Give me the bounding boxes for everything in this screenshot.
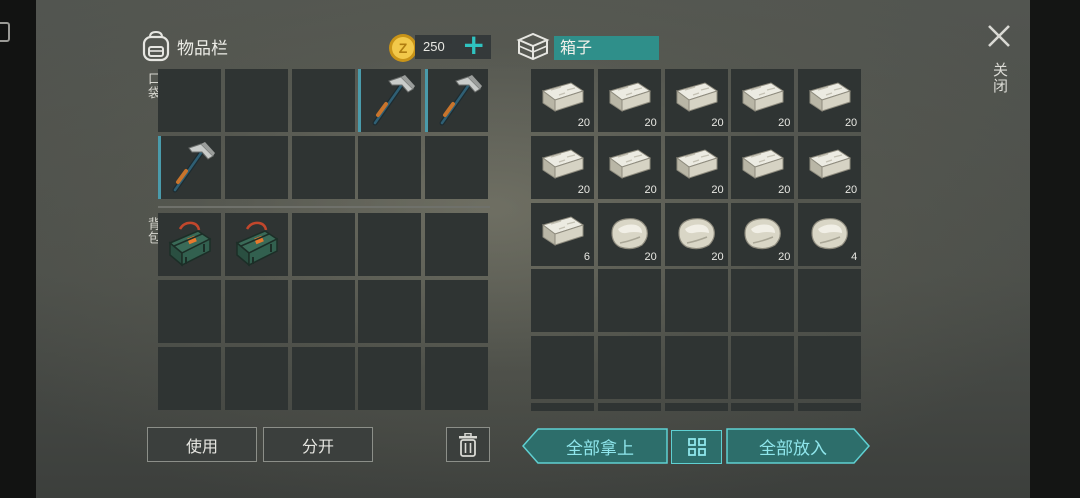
trash-icon [459,432,477,457]
trash-button[interactable] [446,427,490,462]
use-button[interactable]: 使用 [147,427,257,462]
box-slot[interactable]: 20 [731,202,795,266]
box-slot[interactable]: 20 [731,135,795,199]
inventory-header: 物品栏 [141,30,228,62]
pocket-slot[interactable] [425,135,489,199]
item-count: 20 [778,250,791,263]
box-slot[interactable] [798,336,862,400]
pocket-slot[interactable] [425,69,489,132]
box-slot[interactable] [597,269,661,333]
backpack-slot[interactable] [291,213,355,276]
sort-grid-icon [687,438,706,456]
close-icon[interactable] [985,22,1013,50]
put-all-button[interactable]: 全部放入 [726,428,870,464]
sort-button[interactable] [671,430,722,464]
pocket-slot[interactable] [358,69,422,132]
box-grid: 20 20 20 20 20 20 20 20 20 20 6 20 20 20 4 [531,69,863,411]
box-slot[interactable] [597,336,661,400]
backpack-slot[interactable] [224,279,288,343]
item-count: 20 [644,183,657,196]
add-coins-button[interactable]: + [462,29,485,61]
box-slot[interactable]: 20 [531,135,594,199]
left-edge [0,0,36,498]
box-slot[interactable] [531,403,594,411]
backpack-slot[interactable] [291,279,355,343]
split-button[interactable]: 分开 [263,427,373,462]
box-slot[interactable] [731,403,795,411]
backpack-slot[interactable] [425,346,489,410]
item-count: 20 [778,117,791,129]
pocket-slot[interactable] [158,135,221,199]
box-slot[interactable]: 20 [664,135,728,199]
box-slot[interactable]: 20 [597,135,661,199]
box-slot[interactable] [597,403,661,411]
backpack-slot[interactable] [158,279,221,343]
box-slot[interactable] [664,336,728,400]
pocket-slot[interactable] [224,135,288,199]
item-count: 6 [583,250,590,263]
pocket-slot[interactable] [291,69,355,132]
box-slot[interactable]: 20 [731,69,795,132]
take-all-button[interactable]: 全部拿上 [522,428,668,464]
box-slot[interactable] [731,269,795,333]
item-count: 20 [844,117,858,129]
box-slot[interactable] [731,336,795,400]
box-slot[interactable]: 4 [798,202,862,266]
coin-amount: 250 [423,39,445,54]
pocket-slot[interactable] [158,69,221,132]
box-slot[interactable]: 20 [798,69,862,132]
box-slot[interactable] [531,269,594,333]
box-slot[interactable] [798,269,862,333]
backpack-slot[interactable] [291,346,355,410]
backpack-slot[interactable] [358,346,422,410]
item-count: 20 [577,183,590,196]
box-slot[interactable]: 20 [597,202,661,266]
backpack-slot[interactable] [158,213,221,276]
box-slot[interactable] [798,403,862,411]
right-edge [1030,0,1080,498]
box-icon [516,31,550,61]
item-count: 20 [644,117,657,129]
backpack-slot[interactable] [425,279,489,343]
item-count: 20 [577,117,590,129]
box-slot[interactable]: 6 [531,202,594,266]
box-title: 箱子 [554,36,659,60]
pocket-slot[interactable] [358,135,422,199]
item-count: 4 [851,250,858,263]
box-slot[interactable]: 20 [798,135,862,199]
backpack-slot[interactable] [158,346,221,410]
svg-text:Z: Z [399,40,408,56]
backpack-slot[interactable] [224,346,288,410]
box-slot[interactable] [664,269,728,333]
backpack-slot[interactable] [425,213,489,276]
box-slot[interactable]: 20 [664,69,728,132]
item-count: 20 [711,117,724,129]
coin-icon: Z [388,33,418,63]
pocket-slot[interactable] [224,69,288,132]
item-count: 20 [644,250,657,263]
pocket-divider [158,206,490,208]
box-slot[interactable] [531,336,594,400]
put-all-label: 全部放入 [759,438,827,459]
item-count: 20 [711,183,724,196]
backpack-icon [142,30,170,62]
backpack-slot[interactable] [358,213,422,276]
box-slot[interactable]: 20 [531,69,594,132]
backpack-slot[interactable] [224,213,288,276]
backpack-slot[interactable] [358,279,422,343]
close-label[interactable]: 关闭 [990,62,1011,94]
item-count: 20 [844,183,858,196]
left-edge-mark [0,22,10,42]
item-count: 20 [711,250,724,263]
take-all-label: 全部拿上 [566,438,634,459]
pocket-slot[interactable] [291,135,355,199]
box-slot[interactable]: 20 [664,202,728,266]
item-count: 20 [778,183,791,196]
inventory-title: 物品栏 [177,38,228,59]
box-slot[interactable]: 20 [597,69,661,132]
box-slot[interactable] [664,403,728,411]
